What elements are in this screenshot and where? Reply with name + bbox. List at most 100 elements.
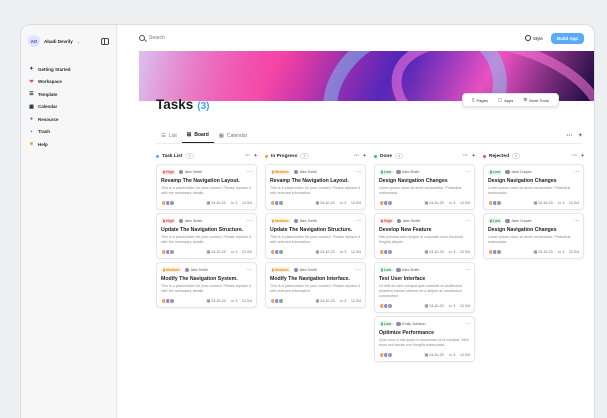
attachment-count-text: 0/4 (465, 304, 470, 309)
card-footer: ▦ 24-10-23 ▭ 3 ☑ 0/4 (161, 297, 252, 304)
sidebar-item-calendar[interactable]: ▦ Calendar (28, 101, 109, 114)
card-footer: ▦ 24-10-23 ▭ 3 ☑ 0/4 (379, 199, 470, 206)
sidebar-toggle-icon[interactable] (101, 37, 109, 45)
column-count-badge: 4 (395, 153, 404, 159)
task-card[interactable]: ▮ Medium Alex Smith ··· Modify The Naviga… (156, 261, 257, 308)
workspace-switcher[interactable]: AO Abadi Devrily ⌄ (28, 34, 109, 48)
card-description: This is a placeholder for your content. … (161, 186, 251, 195)
avatar-group (161, 297, 175, 304)
task-card[interactable]: ▮ High Alex Smith ··· Revamp The Navigati… (156, 164, 257, 210)
more-icon[interactable]: ··· (356, 218, 361, 224)
task-card[interactable]: ▮ Low Emily Johnson ··· Optimize Performa… (374, 315, 475, 362)
more-icon[interactable]: ··· (247, 267, 252, 273)
column-tools: ··· + (463, 153, 475, 159)
task-card[interactable]: ▮ Low Alex Smith ··· Design Navigation Ch… (374, 164, 475, 210)
priority-label: Medium (274, 218, 289, 223)
calendar-icon: ▦ (533, 249, 538, 255)
attachment-count-text: 0/4 (465, 353, 470, 358)
sidebar-item-getting-started[interactable]: ✦ Getting Started (28, 63, 109, 76)
add-icon[interactable]: + (254, 153, 257, 159)
add-icon[interactable]: + (581, 153, 584, 159)
sidebar-item-workspace[interactable]: ❤ Workspace (28, 76, 109, 89)
task-card[interactable]: ▮ Medium Alex Smith ··· Update The Naviga… (265, 212, 366, 259)
assignee: Jane Cooper (505, 218, 532, 224)
attachment-count-text: 0/4 (356, 299, 361, 304)
card-title: Optimize Performance (379, 329, 435, 336)
sidebar-item-template[interactable]: ☰ Template (28, 88, 109, 101)
avatar (496, 199, 502, 206)
tab-calendar[interactable]: ▦ Calendar (214, 128, 253, 143)
more-icon[interactable]: ··· (465, 321, 470, 327)
more-icon[interactable]: ··· (463, 153, 468, 159)
sidebar-item-label: Trash (38, 129, 51, 135)
more-icon[interactable]: ··· (465, 169, 470, 175)
topbar: Search Style Build App (117, 25, 594, 51)
more-icon[interactable]: ··· (572, 153, 577, 159)
task-card[interactable]: ▮ Low Jane Cooper ··· Design Navigation C… (483, 212, 584, 259)
comment-count: ▭ 3 (231, 298, 238, 303)
priority-label: Medium (165, 267, 180, 272)
more-icon[interactable]: ··· (245, 153, 250, 159)
due-date-text: 24-10-23 (320, 250, 335, 255)
due-date-text: 24-10-23 (320, 201, 335, 206)
cover-actions: ▯ Pages ▢ Apps ⚙ More Tools (462, 93, 559, 107)
column-header: In Progress 3 ··· + (265, 151, 366, 161)
add-icon[interactable]: + (363, 153, 366, 159)
assignee-name: Alex Smith (299, 218, 317, 223)
priority-label: High (165, 218, 174, 223)
due-date-text: 24-10-23 (538, 250, 553, 255)
style-button[interactable]: Style (524, 35, 543, 41)
task-card[interactable]: ▮ Low Alex Smith ··· Test User Interface … (374, 261, 475, 313)
heart-icon: ❤ (29, 78, 34, 85)
sidebar-item-trash[interactable]: ▪ Trash (28, 126, 109, 139)
avatar (387, 302, 393, 309)
priority-flag-icon: ▮ (381, 267, 383, 272)
tab-list[interactable]: ☰ List (156, 128, 182, 143)
due-date-text: 24-10-23 (538, 201, 553, 206)
sidebar: AO Abadi Devrily ⌄ ✦ Getting Started ❤ Wor… (21, 25, 117, 418)
due-date: ▦ 24-10-23 (315, 249, 334, 254)
build-app-button[interactable]: Build App (550, 32, 584, 44)
calendar-icon: ▦ (424, 352, 429, 358)
column-header: Task List 3 ··· + (156, 151, 257, 161)
more-icon[interactable]: ··· (354, 153, 359, 159)
add-icon[interactable]: + (578, 133, 582, 139)
more-icon[interactable]: ··· (356, 267, 361, 273)
pages-button[interactable]: ▯ Pages (467, 97, 493, 103)
card-meta: ▦ 24-10-23 ▭ 3 ☑ 0/4 (424, 352, 470, 357)
more-icon[interactable]: ··· (356, 169, 361, 175)
more-icon[interactable]: ··· (465, 267, 470, 273)
comment-count: ▭ 3 (340, 298, 347, 303)
calendar-icon: ▦ (29, 103, 34, 110)
priority-flag-icon: ▮ (163, 218, 165, 223)
task-card[interactable]: ▮ Medium Alex Smith ··· Modify The Naviga… (265, 261, 366, 308)
checklist-icon: ☑ (460, 200, 464, 206)
comment-icon: ▭ (448, 352, 453, 358)
priority-label: Low (383, 170, 392, 174)
more-icon[interactable]: ··· (566, 133, 572, 139)
task-card[interactable]: ▮ Medium Alex Smith ··· Revamp The Naviga… (265, 164, 366, 210)
more-icon[interactable]: ··· (465, 218, 470, 224)
more-tools-button[interactable]: ⚙ More Tools (518, 97, 554, 103)
task-card[interactable]: ▮ Low Jane Cooper ··· Design Navigation C… (483, 164, 584, 210)
search-input[interactable]: Search (139, 35, 165, 41)
app-window: AO Abadi Devrily ⌄ ✦ Getting Started ❤ Wor… (20, 24, 595, 418)
attachment-count-text: 0/4 (574, 201, 579, 206)
more-icon[interactable]: ··· (574, 218, 579, 224)
more-icon[interactable]: ··· (247, 169, 252, 175)
task-card[interactable]: ▮ High Alex Smith ··· Update The Navigati… (156, 212, 257, 259)
calendar-icon: ▦ (424, 200, 429, 206)
comment-count: ▭ 3 (340, 249, 347, 254)
sidebar-item-resource[interactable]: ● Resource (28, 113, 109, 126)
more-icon[interactable]: ··· (247, 218, 252, 224)
more-icon[interactable]: ··· (574, 169, 579, 175)
attachment-count-text: 0/4 (465, 201, 470, 206)
sidebar-item-label: Workspace (38, 79, 62, 85)
apps-button[interactable]: ▢ Apps (493, 97, 518, 103)
add-icon[interactable]: + (472, 153, 475, 159)
comment-count-text: 3 (453, 304, 456, 309)
tab-board[interactable]: ⊞ Board (181, 128, 214, 143)
card-footer: ▦ 24-10-23 ▭ 3 ☑ 0/4 (270, 199, 361, 206)
task-card[interactable]: ▮ High Alex Smith ··· Develop New Feature… (374, 212, 475, 259)
sidebar-item-help[interactable]: ☻ Help (28, 138, 109, 151)
